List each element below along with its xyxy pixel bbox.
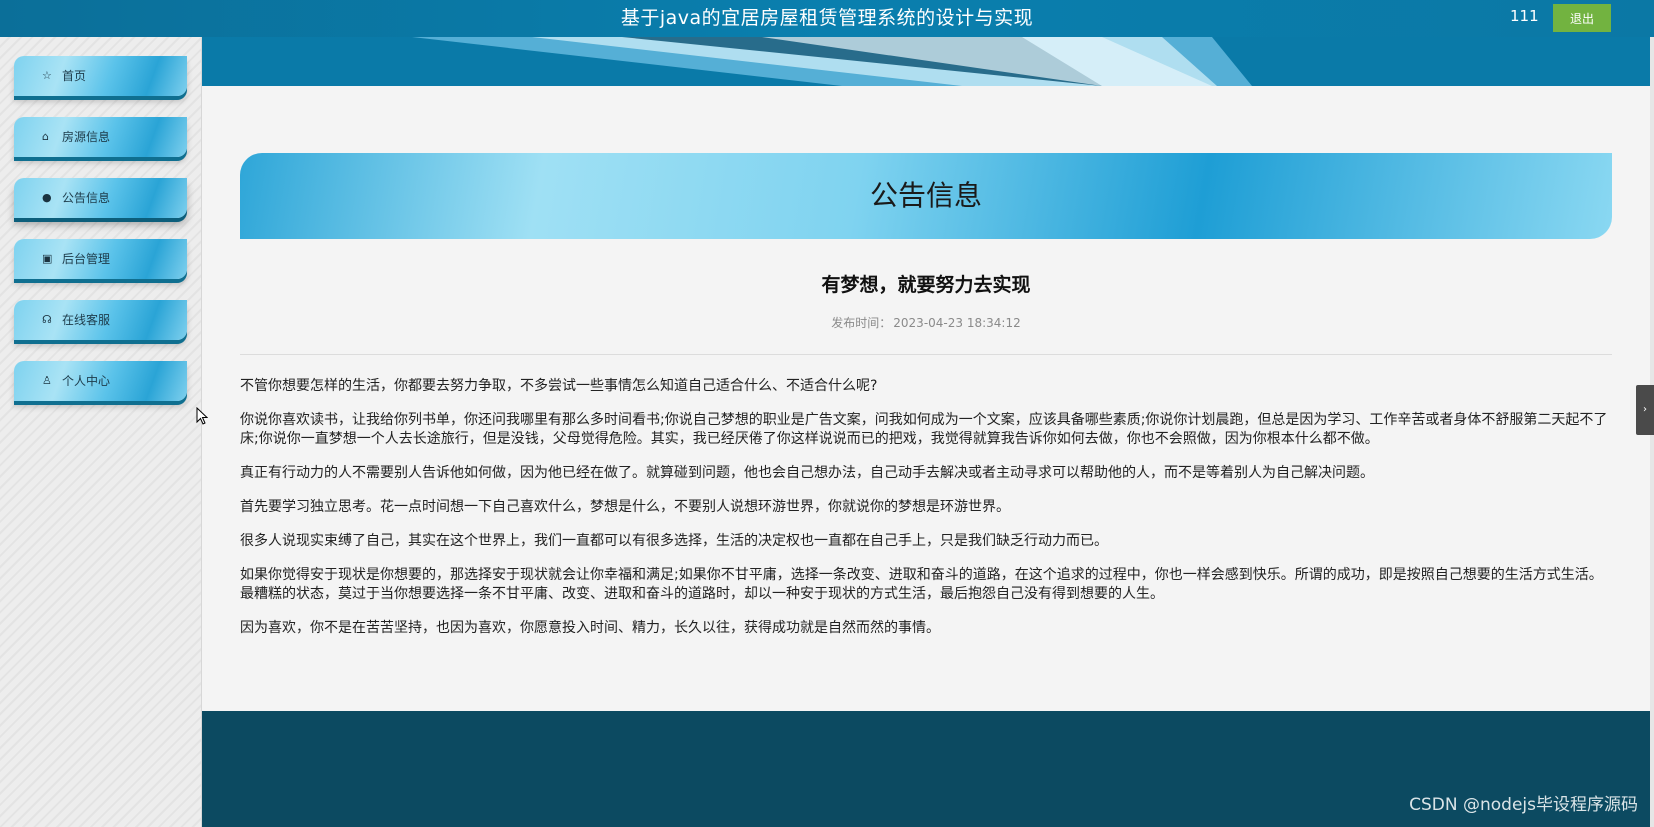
article-paragraph: 因为喜欢，你不是在苦苦坚持，也因为喜欢，你愿意投入时间、精力，长久以往，获得成功… [240, 620, 940, 636]
article-date: 发布时间： 2023-04-23 18:34:12 [240, 314, 1612, 331]
date-value: 2023-04-23 18:34:12 [893, 316, 1021, 330]
top-bar: 基于java的宜居房屋租赁管理系统的设计与实现 111 退出 [0, 0, 1654, 37]
user-icon: ♙ [42, 374, 52, 387]
logout-button[interactable]: 退出 [1553, 4, 1611, 32]
username-label: 111 [1510, 7, 1539, 25]
article-paragraph: 不管你想要怎样的生活，你都要去努力争取，不多尝试一些事情怎么知道自己适合什么、不… [240, 378, 878, 394]
article-paragraph: 很多人说现实束缚了自己，其实在这个世界上，我们一直都可以有很多选择，生活的决定权… [240, 533, 1108, 549]
article-paragraph: 如果你觉得安于现状是你想要的，那选择安于现状就会让你幸福和满足;如果你不甘平庸，… [240, 567, 1603, 602]
sidebar-item-label: 首页 [62, 69, 87, 83]
shopping-bag-icon: ⌂ [42, 130, 49, 143]
article-body: 不管你想要怎样的生活，你都要去努力争取，不多尝试一些事情怎么知道自己适合什么、不… [240, 377, 1615, 653]
sidebar-item-label: 后台管理 [62, 252, 111, 266]
mouse-cursor-icon [196, 407, 208, 425]
watermark: CSDN @nodejs毕设程序源码 [1409, 795, 1638, 815]
footer: CSDN @nodejs毕设程序源码 [202, 711, 1650, 827]
article-title: 有梦想，就要努力去实现 [821, 274, 1031, 296]
section-header: 公告信息 [240, 153, 1612, 239]
divider [240, 354, 1612, 355]
sidebar-item-label: 在线客服 [62, 313, 111, 327]
sidebar-item-home[interactable]: ☆ 首页 [14, 56, 187, 96]
alert-circle-icon: ● [42, 191, 52, 204]
banner-swoosh [202, 37, 1650, 86]
sidebar-item-admin[interactable]: ▣ 后台管理 [14, 239, 187, 279]
main-content: 公告信息 有梦想，就要努力去实现 发布时间： 2023-04-23 18:34:1… [202, 86, 1650, 711]
article-paragraph: 首先要学习独立思考。花一点时间想一下自己喜欢什么，梦想是什么，不要别人说想环游世… [240, 499, 1010, 515]
article-paragraph: 你说你喜欢读书，让我给你列书单，你还问我哪里有那么多时间看书;你说自己梦想的职业… [240, 412, 1608, 447]
sidebar-item-label: 房源信息 [62, 130, 111, 144]
sidebar-item-announcements[interactable]: ● 公告信息 [14, 178, 187, 218]
sidebar-item-label: 公告信息 [62, 191, 111, 205]
sidebar: ☆ 首页 ⌂ 房源信息 ● 公告信息 ▣ 后台管理 ☊ 在线客服 ♙ 个人中心 [0, 37, 202, 827]
calendar-icon: ▣ [42, 252, 53, 265]
scroll-handle[interactable]: › [1636, 385, 1654, 435]
app-title: 基于java的宜居房屋租赁管理系统的设计与实现 [620, 7, 1034, 29]
article-paragraph: 真正有行动力的人不需要别人告诉他如何做，因为他已经在做了。就算碰到问题，他也会自… [240, 465, 1374, 481]
chevron-right-icon: › [1643, 404, 1647, 415]
date-label: 发布时间： [831, 316, 892, 330]
decorative-banner [202, 37, 1650, 86]
sidebar-item-profile[interactable]: ♙ 个人中心 [14, 361, 187, 401]
sidebar-item-listings[interactable]: ⌂ 房源信息 [14, 117, 187, 157]
star-icon: ☆ [42, 69, 52, 82]
sidebar-item-label: 个人中心 [62, 374, 111, 388]
headset-icon: ☊ [42, 313, 52, 326]
sidebar-item-support[interactable]: ☊ 在线客服 [14, 300, 187, 340]
